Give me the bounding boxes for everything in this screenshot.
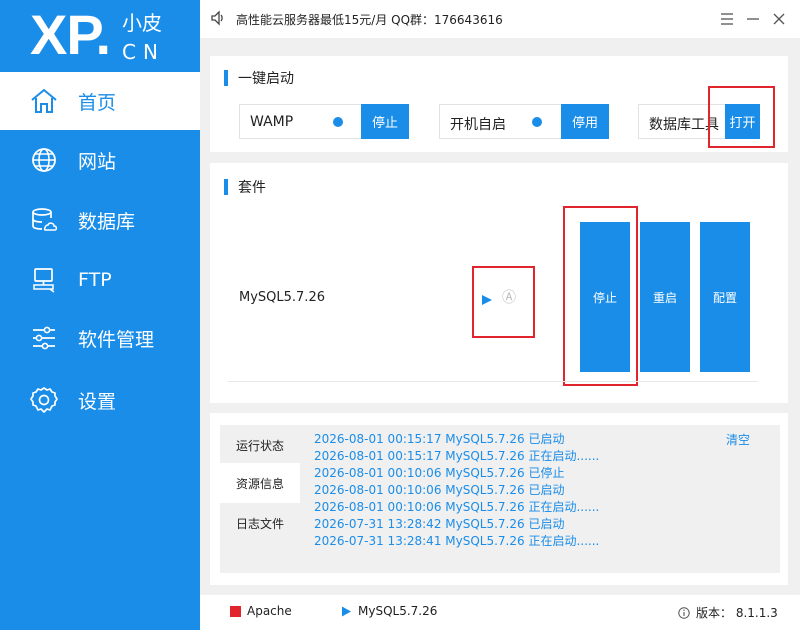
status-bar: Apache MySQL5.7.26 版本： 8.1.1.3 xyxy=(200,595,800,630)
sidebar-item-home[interactable]: 首页 xyxy=(0,72,200,130)
version-info: 版本： 8.1.1.3 xyxy=(678,604,778,621)
minimize-icon[interactable] xyxy=(742,8,764,30)
log-line: 2026-08-01 00:15:17 MySQL5.7.26 正在启动....… xyxy=(314,449,600,463)
speaker-icon xyxy=(210,10,226,30)
section-title-text: 一键启动 xyxy=(238,71,294,87)
status-dot xyxy=(333,117,343,127)
log-line: 2026-08-01 00:15:17 MySQL5.7.26 已启动 xyxy=(314,432,565,446)
top-bar: 高性能云服务器最低15元/月 QQ群：176643616 xyxy=(200,0,800,38)
service-label: WAMP xyxy=(250,114,294,130)
tab-resource-info[interactable]: 资源信息 xyxy=(220,463,300,503)
info-icon xyxy=(678,606,690,619)
highlight-box xyxy=(708,86,775,148)
divider xyxy=(228,381,758,382)
gear-icon xyxy=(28,384,60,416)
log-line: 2026-07-31 13:28:41 MySQL5.7.26 正在启动....… xyxy=(314,534,600,548)
log-line: 2026-08-01 00:10:06 MySQL5.7.26 正在启动....… xyxy=(314,500,600,514)
sidebar-item-website[interactable]: 网站 xyxy=(0,131,200,189)
sidebar-item-label: 首页 xyxy=(78,91,117,114)
tab-run-status[interactable]: 运行状态 xyxy=(220,425,300,465)
running-play-icon xyxy=(341,606,352,617)
status-dot xyxy=(532,117,542,127)
apache-label: Apache xyxy=(247,604,292,618)
sidebar-item-ftp[interactable]: FTP xyxy=(0,251,200,309)
globe-icon xyxy=(28,144,60,176)
sidebar-item-settings[interactable]: 设置 xyxy=(0,371,200,429)
clear-log-link[interactable]: 清空 xyxy=(726,431,750,448)
service-label: 开机自启 xyxy=(450,117,506,133)
mysql-restart-button[interactable]: 重启 xyxy=(640,222,690,372)
logo-main: XP. xyxy=(30,3,111,66)
announcement-text[interactable]: 高性能云服务器最低15元/月 QQ群：176643616 xyxy=(236,11,503,28)
monitor-icon xyxy=(28,264,60,296)
mysql-config-button[interactable]: 配置 xyxy=(700,222,750,372)
highlight-box xyxy=(563,206,638,386)
home-icon xyxy=(28,85,60,117)
sidebar-item-label: 软件管理 xyxy=(78,328,155,351)
wamp-service: WAMP 停止 xyxy=(239,104,409,139)
menu-icon[interactable] xyxy=(716,8,738,30)
sliders-icon xyxy=(28,322,60,354)
highlight-box xyxy=(472,266,535,338)
sidebar-item-label: 网站 xyxy=(78,150,117,173)
wamp-stop-button[interactable]: 停止 xyxy=(361,104,409,139)
mysql-name: MySQL5.7.26 xyxy=(239,290,325,305)
database-icon xyxy=(28,204,60,236)
logo-sub-top: 小皮 xyxy=(122,11,162,35)
mysql-label: MySQL5.7.26 xyxy=(358,604,438,618)
sidebar: XP. 小皮 CN 首页 网站 数据库 FTP 软件管理 设置 xyxy=(0,0,200,630)
sidebar-item-label: 设置 xyxy=(78,390,117,413)
sidebar-item-database[interactable]: 数据库 xyxy=(0,191,200,249)
log-line: 2026-08-01 00:10:06 MySQL5.7.26 已停止 xyxy=(314,466,565,480)
sidebar-item-software[interactable]: 软件管理 xyxy=(0,309,200,367)
sidebar-item-label: FTP xyxy=(78,269,112,291)
section-title: 套件 xyxy=(224,177,266,197)
sidebar-item-label: 数据库 xyxy=(78,210,136,233)
autostart-service: 开机自启 停用 xyxy=(439,104,609,139)
apache-status: Apache xyxy=(230,604,292,618)
log-tabs: 运行状态 资源信息 日志文件 xyxy=(220,425,300,573)
section-title: 一键启动 xyxy=(224,68,294,88)
logo-sub-bottom: CN xyxy=(122,40,165,64)
version-label: 版本： 8.1.1.3 xyxy=(696,606,778,620)
stopped-square-icon xyxy=(230,605,241,617)
section-title-text: 套件 xyxy=(238,180,266,196)
autostart-disable-button[interactable]: 停用 xyxy=(561,104,609,139)
mysql-status: MySQL5.7.26 xyxy=(341,604,437,618)
close-icon[interactable] xyxy=(768,8,790,30)
log-line: 2026-08-01 00:10:06 MySQL5.7.26 已启动 xyxy=(314,483,565,497)
log-line: 2026-07-31 13:28:42 MySQL5.7.26 已启动 xyxy=(314,517,565,531)
tab-log-files[interactable]: 日志文件 xyxy=(220,503,300,543)
